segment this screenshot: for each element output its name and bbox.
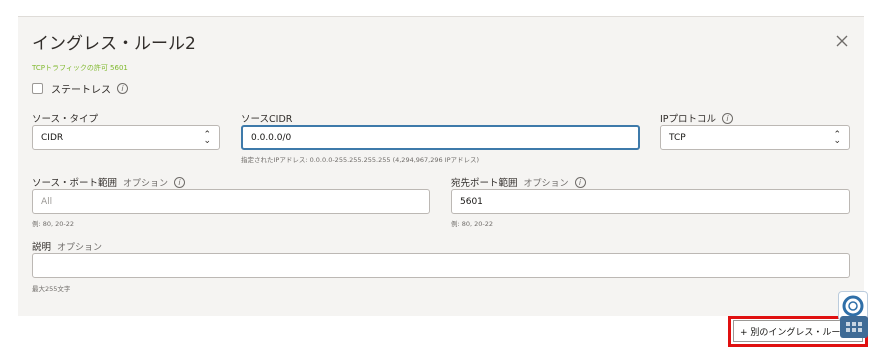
source-type-value: CIDR — [41, 132, 64, 143]
optional-tag: オプション — [523, 178, 569, 189]
source-cidr-label: ソースCIDR — [241, 111, 292, 125]
stateless-checkbox[interactable] — [32, 83, 43, 94]
ip-protocol-value: TCP — [669, 132, 686, 143]
source-cidr-input[interactable]: 0.0.0.0/0 — [241, 125, 640, 150]
source-cidr-label-text: ソースCIDR — [241, 114, 293, 125]
description-label-text: 説明 — [32, 242, 52, 253]
source-port-hint: 例: 80, 20-22 — [32, 220, 75, 228]
rule-title: イングレス・ルール2 — [32, 34, 196, 54]
close-icon[interactable] — [832, 31, 852, 51]
rule-description-note: TCPトラフィックの許可 5601 — [32, 64, 128, 72]
source-port-label-text: ソース・ポート範囲 — [32, 178, 118, 189]
source-type-select[interactable]: CIDR ⌃ ⌄ — [32, 125, 220, 150]
source-type-label-text: ソース・タイプ — [32, 114, 99, 125]
dest-port-hint: 例: 80, 20-22 — [451, 220, 494, 228]
description-input[interactable] — [32, 253, 850, 278]
source-type-label: ソース・タイプ — [32, 111, 98, 125]
description-label: 説明 オプション — [32, 239, 102, 253]
ip-protocol-label: IPプロトコル i — [660, 111, 734, 125]
source-cidr-value: 0.0.0.0/0 — [251, 132, 292, 143]
optional-tag: オプション — [123, 178, 169, 189]
chevron-updown-icon: ⌃ ⌄ — [203, 129, 211, 146]
stateless-option: ステートレス i — [32, 81, 128, 96]
grid-icon[interactable] — [840, 316, 868, 338]
source-port-input[interactable]: All — [32, 189, 430, 214]
info-icon[interactable]: i — [574, 176, 586, 188]
dest-port-value: 5601 — [460, 196, 483, 207]
info-icon[interactable]: i — [174, 176, 186, 188]
source-port-label: ソース・ポート範囲 オプション i — [32, 175, 186, 189]
description-hint: 最大255文字 — [32, 285, 71, 293]
source-cidr-hint: 指定されたIPアドレス: 0.0.0.0-255.255.255.255 (4,… — [241, 156, 480, 164]
optional-tag: オプション — [57, 242, 103, 253]
ip-protocol-select[interactable]: TCP ⌃ ⌄ — [660, 125, 850, 150]
info-icon[interactable]: i — [117, 83, 128, 94]
info-icon[interactable]: i — [722, 112, 734, 124]
lifebuoy-icon — [842, 295, 864, 317]
dest-port-input[interactable]: 5601 — [451, 189, 850, 214]
dest-port-label-text: 宛先ポート範囲 — [451, 178, 518, 189]
ingress-rule-panel: イングレス・ルール2 TCPトラフィックの許可 5601 ステートレス i ソー… — [18, 16, 864, 316]
source-port-placeholder: All — [41, 196, 53, 207]
chevron-updown-icon: ⌃ ⌄ — [833, 129, 841, 146]
stateless-label: ステートレス — [51, 85, 111, 96]
ip-protocol-label-text: IPプロトコル — [660, 114, 717, 125]
dest-port-label: 宛先ポート範囲 オプション i — [451, 175, 586, 189]
